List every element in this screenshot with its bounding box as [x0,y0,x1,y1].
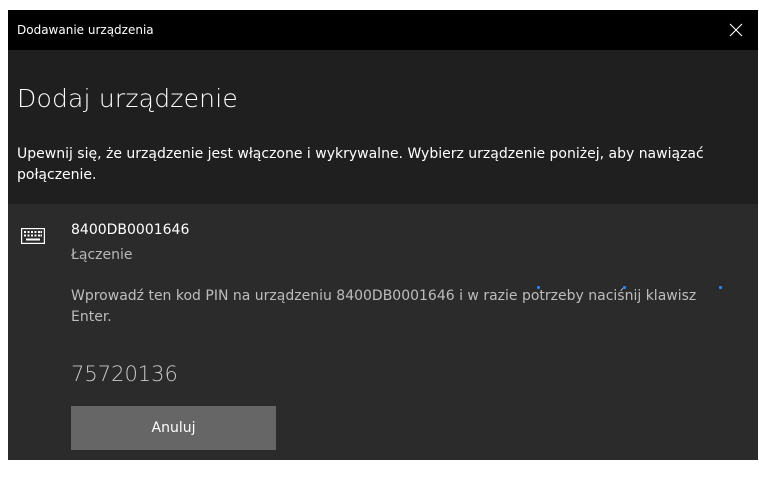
close-icon [729,23,743,37]
close-button[interactable] [714,10,758,50]
pin-code: 75720136 [71,362,178,386]
device-status: Łączenie [71,247,133,263]
instructions-text: Upewnij się, że urządzenie jest włączone… [17,146,704,183]
add-device-dialog: Dodawanie urządzenia Dodaj urządzenie Up… [8,10,758,460]
title-bar: Dodawanie urządzenia [8,10,758,50]
cancel-button[interactable]: Anuluj [71,406,276,450]
pin-instructions: Wprowadź ten kod PIN na urządzeniu 8400D… [71,288,697,325]
keyboard-icon [21,228,45,244]
dialog-header: Dodaj urządzenie Upewnij się, że urządze… [8,50,758,204]
device-name: 8400DB0001646 [71,222,190,238]
page-title: Dodaj urządzenie [17,84,238,113]
device-list-item[interactable]: 8400DB0001646 Łączenie Wprowadź ten kod … [8,204,758,460]
window-title: Dodawanie urządzenia [17,23,154,37]
